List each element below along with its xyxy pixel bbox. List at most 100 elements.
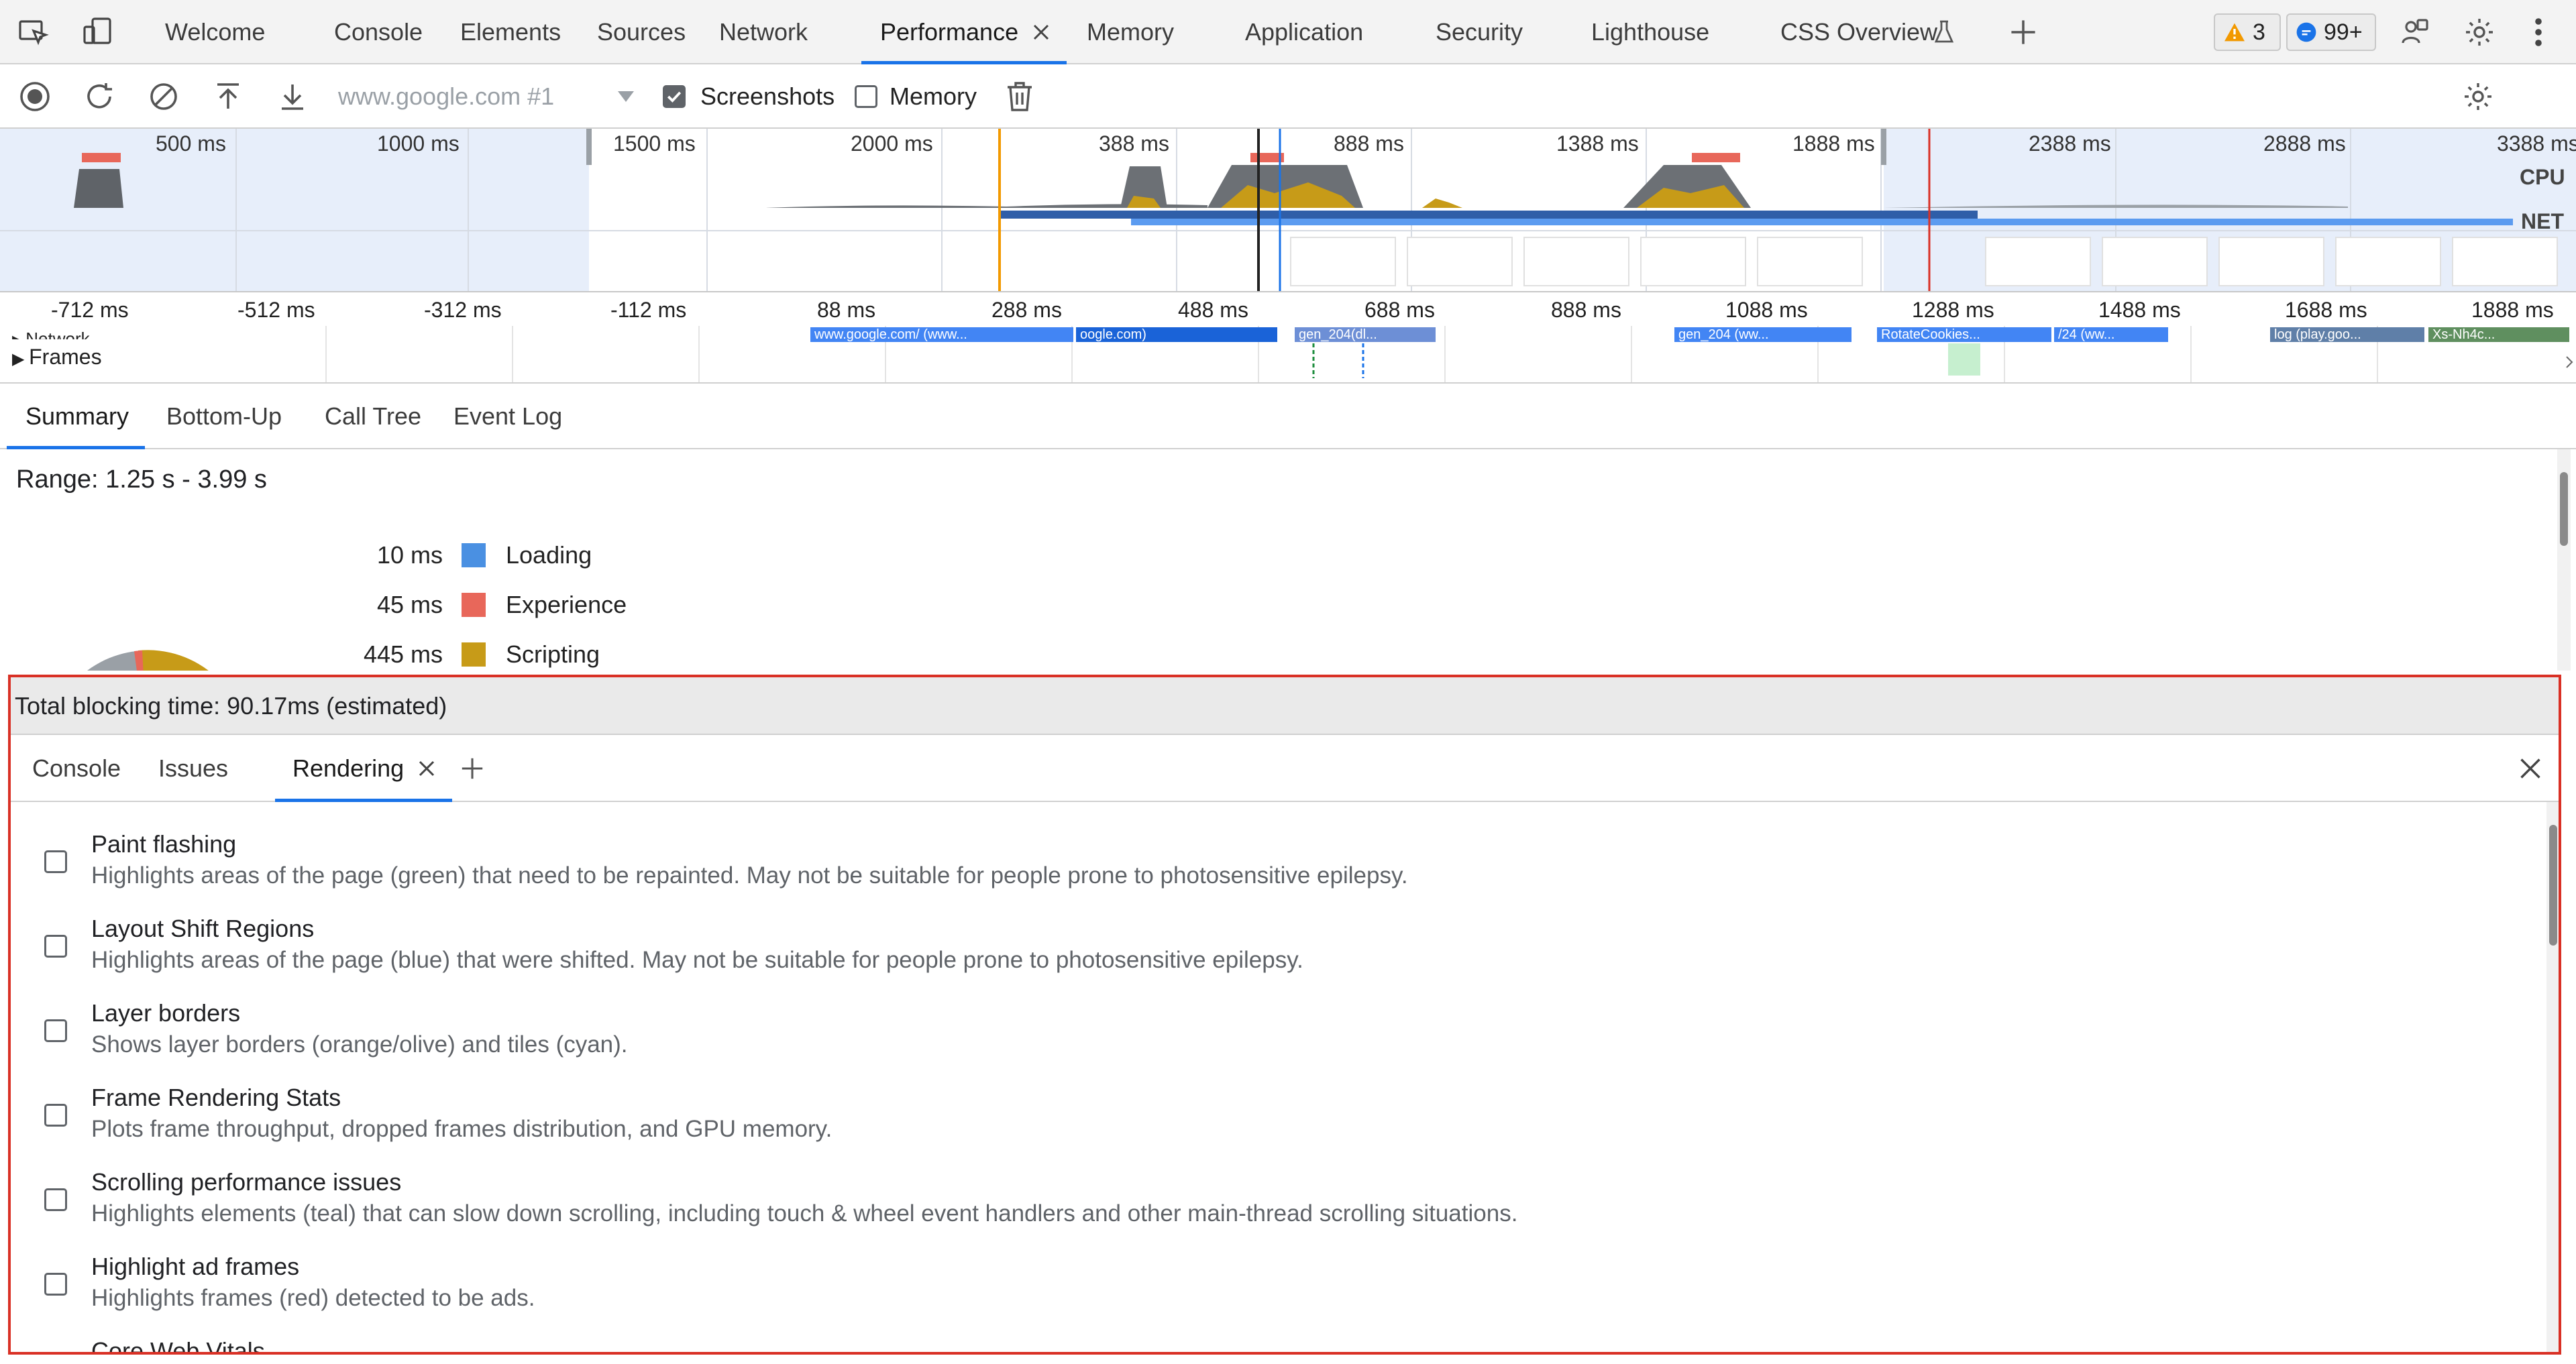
network-request-bar[interactable]: RotateCookies...: [1877, 327, 2051, 342]
option-title: Frame Rendering Stats: [91, 1084, 341, 1111]
legend-row-experience: 45 ms Experience: [0, 585, 671, 625]
warnings-badge[interactable]: 3: [2214, 13, 2281, 51]
customize-devtools-people-icon[interactable]: [2398, 15, 2432, 50]
close-drawer-icon[interactable]: [2517, 755, 2544, 782]
summary-scrollbar[interactable]: [2557, 449, 2571, 671]
scrollbar-thumb[interactable]: [2549, 825, 2557, 946]
tab-welcome[interactable]: Welcome: [165, 0, 265, 64]
tab-lighthouse[interactable]: Lighthouse: [1591, 0, 1709, 64]
screenshots-checkbox[interactable]: [663, 85, 686, 108]
flamechart-ruler[interactable]: -712 ms -512 ms -312 ms -112 ms 88 ms 28…: [0, 292, 2576, 384]
option-title: Scrolling performance issues: [91, 1168, 402, 1196]
messages-count: 99+: [2324, 19, 2363, 45]
tab-security[interactable]: Security: [1436, 0, 1523, 64]
network-request-bar[interactable]: log (play.goo...: [2270, 327, 2424, 342]
more-tabs-plus-icon[interactable]: [2006, 15, 2041, 50]
ruler-tick: 888 ms: [1551, 298, 1621, 322]
scrollbar-thumb[interactable]: [2560, 472, 2568, 546]
network-request-bar[interactable]: www.google.com/ (www...: [810, 327, 1073, 342]
tab-network[interactable]: Network: [719, 0, 808, 64]
summary-panel: Range: 1.25 s - 3.99 s 10 ms Loading 45 …: [0, 449, 2576, 671]
network-request-bar[interactable]: gen_204 (ww...: [1674, 327, 1851, 342]
tab-sources[interactable]: Sources: [597, 0, 686, 64]
cpu-track-label: CPU: [2520, 165, 2565, 189]
option-title: Layer borders: [91, 999, 241, 1027]
option-description: Highlights areas of the page (blue) that…: [91, 947, 1303, 973]
timeline-overview[interactable]: 500 ms 1000 ms 1500 ms 2000 ms 388 ms 88…: [0, 129, 2576, 292]
more-options-icon[interactable]: [2525, 15, 2552, 50]
upload-profile-icon[interactable]: [211, 79, 246, 114]
settings-gear-icon[interactable]: [2462, 15, 2497, 50]
memory-checkbox[interactable]: [855, 85, 877, 108]
paint-flashing-checkbox[interactable]: [44, 850, 67, 873]
clear-icon[interactable]: [146, 79, 181, 114]
overview-tick: 3388 ms: [2497, 131, 2576, 156]
highlight-ad-frames-checkbox[interactable]: [44, 1273, 67, 1296]
reload-record-icon[interactable]: [82, 79, 117, 114]
network-request-bar[interactable]: Xs-Nh4c...: [2428, 327, 2569, 342]
tab-call-tree[interactable]: Call Tree: [325, 384, 421, 449]
tab-css-overview[interactable]: CSS Overview: [1780, 0, 1937, 64]
ruler-tick: 688 ms: [1364, 298, 1435, 322]
tab-event-log[interactable]: Event Log: [453, 384, 562, 449]
network-track-label[interactable]: ▸ Network: [12, 329, 90, 339]
legend-label: Scripting: [506, 640, 600, 668]
checkmark-icon: [667, 91, 682, 103]
overview-tick: 1888 ms: [1792, 131, 1875, 156]
option-description: Highlights elements (teal) that can slow…: [91, 1200, 1518, 1227]
drawer-tab-issues[interactable]: Issues: [158, 735, 228, 802]
overview-tick: 2888 ms: [2263, 131, 2346, 156]
overview-tick: 500 ms: [156, 131, 226, 156]
scripting-swatch: [462, 642, 486, 667]
drawer-tab-rendering-label: Rendering: [292, 754, 405, 782]
scrolling-performance-issues-checkbox[interactable]: [44, 1188, 67, 1211]
tab-console[interactable]: Console: [334, 0, 423, 64]
layer-borders-checkbox[interactable]: [44, 1019, 67, 1042]
close-tab-icon[interactable]: [1028, 19, 1055, 46]
frames-track-label[interactable]: ▶ Frames: [12, 345, 102, 370]
network-request-bar[interactable]: /24 (ww...: [2054, 327, 2168, 342]
option-title: Highlight ad frames: [91, 1253, 300, 1280]
overview-tick: 888 ms: [1334, 131, 1404, 156]
legend-time: 10 ms: [376, 541, 443, 569]
recording-select[interactable]: www.google.com #1: [338, 64, 554, 129]
ruler-tick: 288 ms: [991, 298, 1062, 322]
device-toolbar-icon[interactable]: [80, 15, 115, 50]
tab-summary[interactable]: Summary: [7, 384, 145, 449]
inspect-element-icon[interactable]: [16, 15, 51, 50]
download-profile-icon[interactable]: [275, 79, 310, 114]
overview-tick: 2000 ms: [851, 131, 933, 156]
dropdown-arrow-icon[interactable]: [616, 79, 636, 114]
rendering-scrollbar[interactable]: [2546, 802, 2560, 1353]
tab-bottom-up[interactable]: Bottom-Up: [166, 384, 282, 449]
tab-performance-label: Performance: [880, 18, 1019, 46]
trash-icon[interactable]: [1002, 79, 1037, 114]
messages-badge[interactable]: 99+: [2286, 13, 2376, 51]
option-description: Highlights areas of the page (green) tha…: [91, 862, 1408, 889]
frame-rendering-stats-checkbox[interactable]: [44, 1104, 67, 1127]
tab-memory[interactable]: Memory: [1087, 0, 1174, 64]
layout-shift-regions-checkbox[interactable]: [44, 935, 67, 958]
capture-settings-gear-icon[interactable]: [2461, 79, 2496, 114]
screenshots-label: Screenshots: [700, 82, 835, 110]
network-request-bar[interactable]: oogle.com): [1076, 327, 1277, 342]
tab-elements[interactable]: Elements: [460, 0, 561, 64]
network-track-label-text: Network: [25, 329, 90, 339]
overview-tick: 1500 ms: [613, 131, 696, 156]
drawer-tab-strip: Console Issues Rendering: [9, 735, 2560, 802]
option-layout-shift-regions: Layout Shift Regions Highlights areas of…: [34, 909, 2449, 994]
add-drawer-tab-plus-icon[interactable]: [459, 755, 486, 782]
option-frame-rendering-stats: Frame Rendering Stats Plots frame throug…: [34, 1078, 2449, 1163]
network-request-bar[interactable]: gen_204(dl...: [1295, 327, 1436, 342]
overview-tick: 2388 ms: [2029, 131, 2111, 156]
tab-application[interactable]: Application: [1245, 0, 1363, 64]
close-drawer-tab-icon[interactable]: [413, 755, 440, 782]
option-title: Paint flashing: [91, 830, 237, 858]
record-icon[interactable]: [17, 79, 52, 114]
loading-swatch: [462, 543, 486, 567]
drawer-tab-console[interactable]: Console: [32, 735, 121, 802]
legend-label: Experience: [506, 591, 627, 618]
overview-tick: 1388 ms: [1556, 131, 1639, 156]
ruler-tick: -712 ms: [51, 298, 129, 322]
ruler-tick: 88 ms: [817, 298, 876, 322]
